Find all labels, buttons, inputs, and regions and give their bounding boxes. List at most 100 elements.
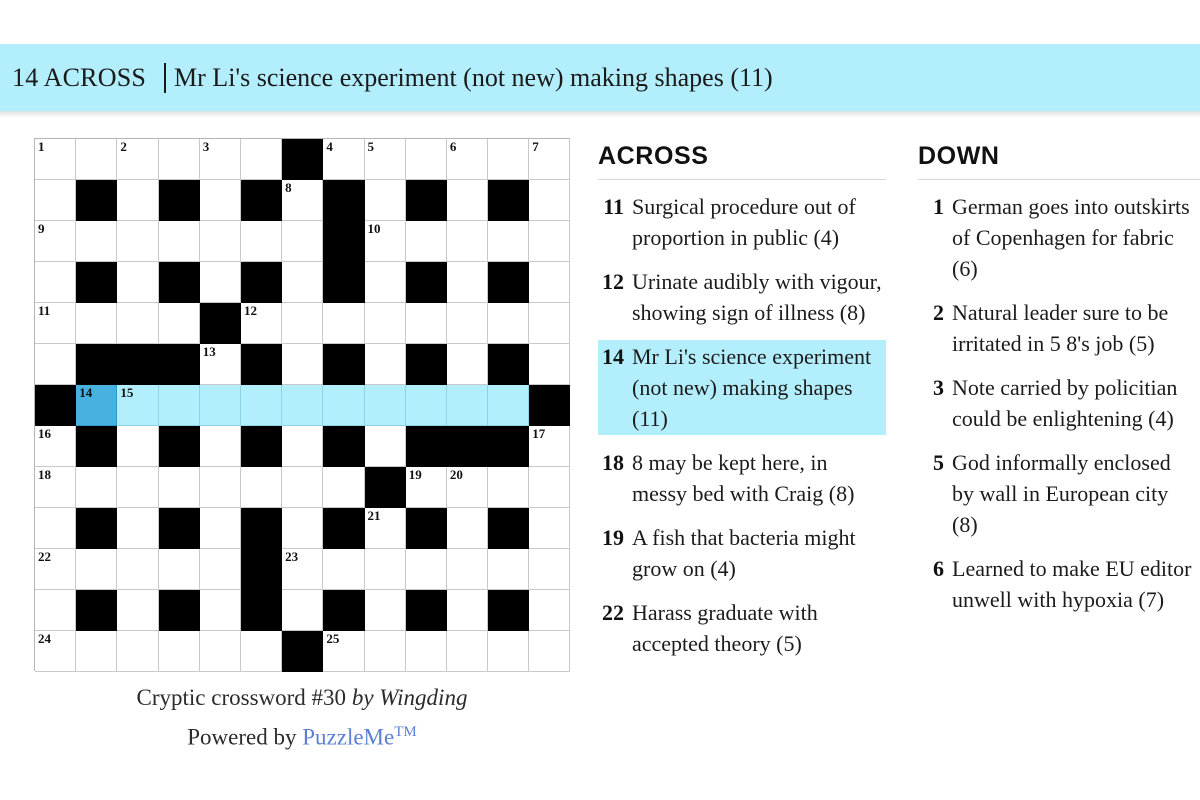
grid-cell[interactable] bbox=[35, 590, 77, 631]
grid-cell[interactable] bbox=[529, 631, 571, 672]
grid-cell[interactable] bbox=[364, 180, 406, 221]
grid-cell[interactable] bbox=[76, 139, 118, 180]
grid-cell[interactable] bbox=[199, 508, 241, 549]
grid-cell[interactable] bbox=[488, 631, 530, 672]
grid-cell[interactable]: 12 bbox=[240, 303, 283, 344]
grid-cell[interactable]: 1 bbox=[35, 139, 77, 180]
clue-item[interactable]: 12 Urinate audibly with vigour, showing s… bbox=[598, 265, 886, 329]
grid-cell[interactable] bbox=[405, 221, 447, 262]
grid-cell[interactable] bbox=[488, 139, 530, 180]
grid-cell[interactable] bbox=[240, 631, 283, 672]
grid-cell[interactable]: 2 bbox=[117, 139, 159, 180]
grid-cell[interactable] bbox=[117, 221, 159, 262]
grid-cell[interactable] bbox=[323, 385, 365, 426]
grid-cell[interactable] bbox=[76, 467, 118, 508]
grid-cell[interactable] bbox=[35, 262, 77, 303]
clue-item[interactable]: 5 God informally enclosed by wall in Euro… bbox=[918, 446, 1200, 541]
grid-cell[interactable] bbox=[117, 303, 159, 344]
grid-cell[interactable] bbox=[405, 139, 447, 180]
grid-cell[interactable] bbox=[199, 426, 241, 467]
grid-cell[interactable] bbox=[446, 631, 489, 672]
grid-cell[interactable]: 22 bbox=[35, 549, 77, 590]
selected-clue-banner[interactable]: 14 ACROSS Mr Li's science experiment (no… bbox=[0, 44, 1200, 112]
grid-cell[interactable]: 21 bbox=[364, 508, 406, 549]
clue-item[interactable]: 19 A fish that bacteria might grow on (4) bbox=[598, 521, 886, 585]
grid-cell[interactable] bbox=[529, 262, 571, 303]
grid-cell[interactable]: 10 bbox=[364, 221, 406, 262]
grid-cell[interactable]: 18 bbox=[35, 467, 77, 508]
grid-cell[interactable] bbox=[529, 549, 571, 590]
clue-item[interactable]: 1 German goes into outskirts of Copenhage… bbox=[918, 190, 1200, 285]
grid-cell[interactable] bbox=[282, 221, 324, 262]
grid-cell[interactable] bbox=[240, 221, 283, 262]
grid-cell[interactable] bbox=[240, 467, 283, 508]
grid-cell[interactable] bbox=[199, 262, 241, 303]
grid-cell[interactable] bbox=[446, 549, 489, 590]
grid-cell[interactable] bbox=[282, 344, 324, 385]
grid-cell[interactable] bbox=[364, 426, 406, 467]
grid-cell[interactable]: 9 bbox=[35, 221, 77, 262]
grid-cell[interactable] bbox=[35, 344, 77, 385]
grid-cell[interactable] bbox=[240, 139, 283, 180]
grid-cell[interactable]: 13 bbox=[199, 344, 241, 385]
grid-cell[interactable] bbox=[158, 385, 200, 426]
grid-cell[interactable] bbox=[488, 303, 530, 344]
grid-cell[interactable] bbox=[158, 221, 200, 262]
grid-cell[interactable] bbox=[117, 508, 159, 549]
grid-cell[interactable] bbox=[158, 467, 200, 508]
clue-item[interactable]: 22 Harass graduate with accepted theory (… bbox=[598, 596, 886, 660]
grid-cell[interactable] bbox=[199, 631, 241, 672]
grid-cell[interactable]: 20 bbox=[446, 467, 489, 508]
clue-item[interactable]: 2 Natural leader sure to be irritated in … bbox=[918, 296, 1200, 360]
grid-cell[interactable] bbox=[199, 549, 241, 590]
grid-cell[interactable] bbox=[117, 631, 159, 672]
grid-cell[interactable] bbox=[529, 303, 571, 344]
grid-cell[interactable] bbox=[364, 385, 406, 426]
crossword-grid[interactable]: 1 2 3 4 5 6 7 8 9 10 11 12 13 14 15 16 17 18 19 20 21 22 23 24 2… bbox=[34, 138, 571, 672]
grid-cell[interactable] bbox=[488, 221, 530, 262]
grid-cell[interactable] bbox=[364, 549, 406, 590]
grid-cell[interactable] bbox=[282, 590, 324, 631]
grid-cell[interactable] bbox=[364, 303, 406, 344]
grid-cell[interactable] bbox=[323, 549, 365, 590]
grid-cell[interactable] bbox=[117, 467, 159, 508]
grid-cell[interactable] bbox=[446, 180, 489, 221]
grid-cell[interactable] bbox=[529, 221, 571, 262]
grid-cell[interactable]: 25 bbox=[323, 631, 365, 672]
grid-cell[interactable]: 15 bbox=[117, 385, 159, 426]
grid-cell[interactable] bbox=[446, 344, 489, 385]
grid-cell[interactable]: 11 bbox=[35, 303, 77, 344]
grid-cell[interactable]: 14 bbox=[76, 385, 118, 426]
grid-cell[interactable] bbox=[529, 344, 571, 385]
grid-cell[interactable] bbox=[199, 221, 241, 262]
clue-item[interactable]: 14 Mr Li's science experiment (not new) m… bbox=[598, 340, 886, 435]
grid-cell[interactable] bbox=[158, 631, 200, 672]
grid-cell[interactable] bbox=[282, 385, 324, 426]
grid-cell[interactable]: 4 bbox=[323, 139, 365, 180]
grid-cell[interactable] bbox=[240, 385, 283, 426]
grid-cell[interactable] bbox=[405, 303, 447, 344]
grid-cell[interactable] bbox=[446, 508, 489, 549]
grid-cell[interactable] bbox=[446, 385, 489, 426]
clue-item[interactable]: 18 8 may be kept here, in messy bed with … bbox=[598, 446, 886, 510]
grid-cell[interactable] bbox=[364, 262, 406, 303]
grid-cell[interactable] bbox=[199, 467, 241, 508]
clue-item[interactable]: 3 Note carried by policitian could be enl… bbox=[918, 371, 1200, 435]
grid-cell[interactable] bbox=[405, 549, 447, 590]
grid-cell[interactable] bbox=[529, 590, 571, 631]
grid-cell[interactable]: 16 bbox=[35, 426, 77, 467]
grid-cell[interactable]: 23 bbox=[282, 549, 324, 590]
grid-cell[interactable] bbox=[323, 303, 365, 344]
puzzleme-link[interactable]: PuzzleMe bbox=[302, 725, 394, 750]
grid-cell[interactable] bbox=[76, 631, 118, 672]
grid-cell[interactable] bbox=[117, 262, 159, 303]
grid-cell[interactable] bbox=[405, 385, 447, 426]
clue-item[interactable]: 6 Learned to make EU editor unwell with h… bbox=[918, 552, 1200, 616]
grid-cell[interactable] bbox=[158, 549, 200, 590]
grid-cell[interactable]: 17 bbox=[529, 426, 571, 467]
grid-cell[interactable]: 7 bbox=[529, 139, 571, 180]
grid-cell[interactable] bbox=[117, 590, 159, 631]
grid-cell[interactable] bbox=[35, 508, 77, 549]
grid-cell[interactable] bbox=[117, 180, 159, 221]
grid-cell[interactable] bbox=[282, 426, 324, 467]
